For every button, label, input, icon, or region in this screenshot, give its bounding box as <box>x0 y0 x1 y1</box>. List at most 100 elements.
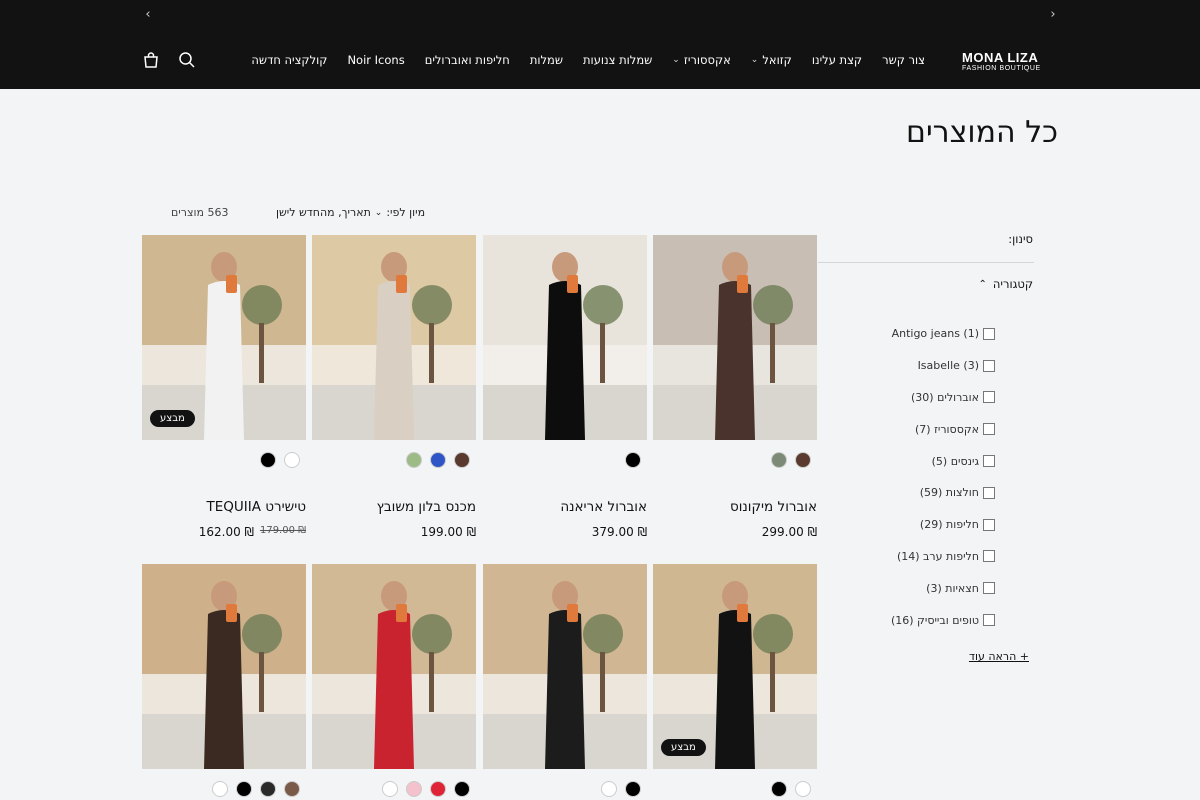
announcement-next-arrow[interactable]: › <box>1046 7 1060 22</box>
color-swatch[interactable] <box>260 781 276 797</box>
color-swatches <box>771 452 811 468</box>
checkbox[interactable] <box>983 327 995 340</box>
color-swatch[interactable] <box>284 452 300 468</box>
page-title: כל המוצרים <box>906 115 1058 150</box>
product-photo-art <box>312 564 476 769</box>
sort-select[interactable]: מיון לפי: ⌄ תאריך, מהחדש לישן <box>276 206 425 219</box>
color-swatch[interactable] <box>454 781 470 797</box>
nav-item-casual[interactable]: קזואל ⌄ <box>751 53 792 67</box>
color-swatch[interactable] <box>236 781 252 797</box>
product-count: 563 מוצרים <box>171 206 229 219</box>
product-photo-art <box>483 235 647 440</box>
category-list: Antigo jeans (1) Isabelle (3) אוברולים (… <box>795 318 995 636</box>
category-option[interactable]: אקססוריז (7) <box>795 413 995 445</box>
category-filter-toggle[interactable]: קטגוריה ⌃ <box>979 277 1033 291</box>
color-swatch[interactable] <box>601 781 617 797</box>
color-swatches <box>260 452 300 468</box>
color-swatch[interactable] <box>284 781 300 797</box>
color-swatch[interactable] <box>625 452 641 468</box>
filter-divider <box>818 262 1034 263</box>
brand-logo[interactable]: MONA LIZA FASHION BOUTIQUE <box>962 51 1044 73</box>
color-swatch[interactable] <box>406 452 422 468</box>
category-option[interactable]: Antigo jeans (1) <box>795 318 995 350</box>
product-image[interactable] <box>483 235 647 440</box>
color-swatches <box>601 781 641 797</box>
color-swatch[interactable] <box>771 781 787 797</box>
category-option[interactable]: חליפות (29) <box>795 509 995 541</box>
color-swatches <box>406 452 470 468</box>
nav-item-new-collection[interactable]: קולקציה חדשה <box>251 53 327 67</box>
nav-item-modest-dresses[interactable]: שמלות צנועות <box>583 53 652 67</box>
product-name[interactable]: אוברול אריאנה <box>560 499 647 515</box>
category-option[interactable]: חצאיות (3) <box>795 572 995 604</box>
checkbox[interactable] <box>983 550 995 563</box>
product-price: ₪ 199.00 <box>421 525 476 539</box>
category-option[interactable]: חליפות ערב (14) <box>795 541 995 573</box>
sale-badge: מבצע <box>661 739 706 756</box>
search-icon[interactable] <box>178 51 196 69</box>
color-swatch[interactable] <box>430 452 446 468</box>
category-option[interactable]: גינסים (5) <box>795 445 995 477</box>
checkbox[interactable] <box>983 455 995 468</box>
cart-icon[interactable] <box>142 51 160 69</box>
product-price: ₪ 299.00 <box>762 525 817 539</box>
color-swatch[interactable] <box>795 452 811 468</box>
color-swatch[interactable] <box>454 452 470 468</box>
product-image[interactable] <box>312 564 476 769</box>
color-swatch[interactable] <box>795 781 811 797</box>
product-image[interactable] <box>142 564 306 769</box>
color-swatches <box>382 781 470 797</box>
nav-item-noir-icons[interactable]: Noir Icons <box>347 53 404 67</box>
show-more-link[interactable]: + הראה עוד <box>969 650 1029 663</box>
product-photo-art <box>142 564 306 769</box>
category-option[interactable]: Isabelle (3) <box>795 350 995 382</box>
product-price: ₪ 379.00 <box>592 525 647 539</box>
sort-value: תאריך, מהחדש לישן <box>276 206 371 219</box>
announcement-prev-arrow[interactable]: ‹ <box>141 7 155 22</box>
category-option[interactable]: אוברולים (30) <box>795 382 995 414</box>
checkbox[interactable] <box>983 614 995 627</box>
color-swatches <box>212 781 300 797</box>
chevron-down-icon: ⌄ <box>672 55 680 65</box>
color-swatch[interactable] <box>430 781 446 797</box>
brand-name: MONA LIZA <box>962 50 1039 65</box>
brand-tagline: FASHION BOUTIQUE <box>962 65 1041 72</box>
chevron-down-icon: ⌄ <box>750 55 759 65</box>
checkbox[interactable] <box>983 518 995 531</box>
color-swatch[interactable] <box>382 781 398 797</box>
nav-item-suits-jumpsuits[interactable]: חליפות ואוברולים <box>425 53 510 67</box>
product-image[interactable] <box>483 564 647 769</box>
category-option[interactable]: חולצות (59) <box>795 477 995 509</box>
chevron-down-icon: ⌄ <box>374 207 383 218</box>
filter-label: סינון: <box>1008 232 1033 246</box>
original-price: ₪ 179.00 <box>259 525 306 536</box>
current-price: ₪ 299.00 <box>761 525 817 539</box>
color-swatch[interactable] <box>260 452 276 468</box>
product-image[interactable] <box>312 235 476 440</box>
chevron-up-icon: ⌃ <box>978 278 987 290</box>
category-option[interactable]: טופים ובייסיק (16) <box>795 604 995 636</box>
checkbox[interactable] <box>983 423 995 436</box>
nav-item-accessories[interactable]: אקססוריז ⌄ <box>672 53 731 67</box>
color-swatch[interactable] <box>771 452 787 468</box>
color-swatch[interactable] <box>625 781 641 797</box>
checkbox[interactable] <box>983 391 995 404</box>
color-swatch[interactable] <box>212 781 228 797</box>
color-swatches <box>625 452 641 468</box>
checkbox[interactable] <box>983 359 995 372</box>
nav-item-contact[interactable]: צור קשר <box>882 53 925 67</box>
product-name[interactable]: אוברול מיקונוס <box>730 499 817 515</box>
main-nav: קולקציה חדשה Noir Icons חליפות ואוברולים… <box>251 53 925 67</box>
checkbox[interactable] <box>983 582 995 595</box>
nav-item-dresses[interactable]: שמלות <box>530 53 563 67</box>
product-photo-art <box>653 235 817 440</box>
color-swatch[interactable] <box>406 781 422 797</box>
checkbox[interactable] <box>983 486 995 499</box>
product-image[interactable] <box>653 235 817 440</box>
nav-item-about[interactable]: קצת עלינו <box>812 53 862 67</box>
product-price: ₪ 179.00 ₪ 162.00 <box>199 525 306 539</box>
sale-badge: מבצע <box>150 410 195 427</box>
current-price: ₪ 162.00 <box>198 525 254 539</box>
product-name[interactable]: מכנס בלון משובץ <box>377 499 476 515</box>
product-name[interactable]: טישירט TEQUIIA <box>206 499 306 515</box>
